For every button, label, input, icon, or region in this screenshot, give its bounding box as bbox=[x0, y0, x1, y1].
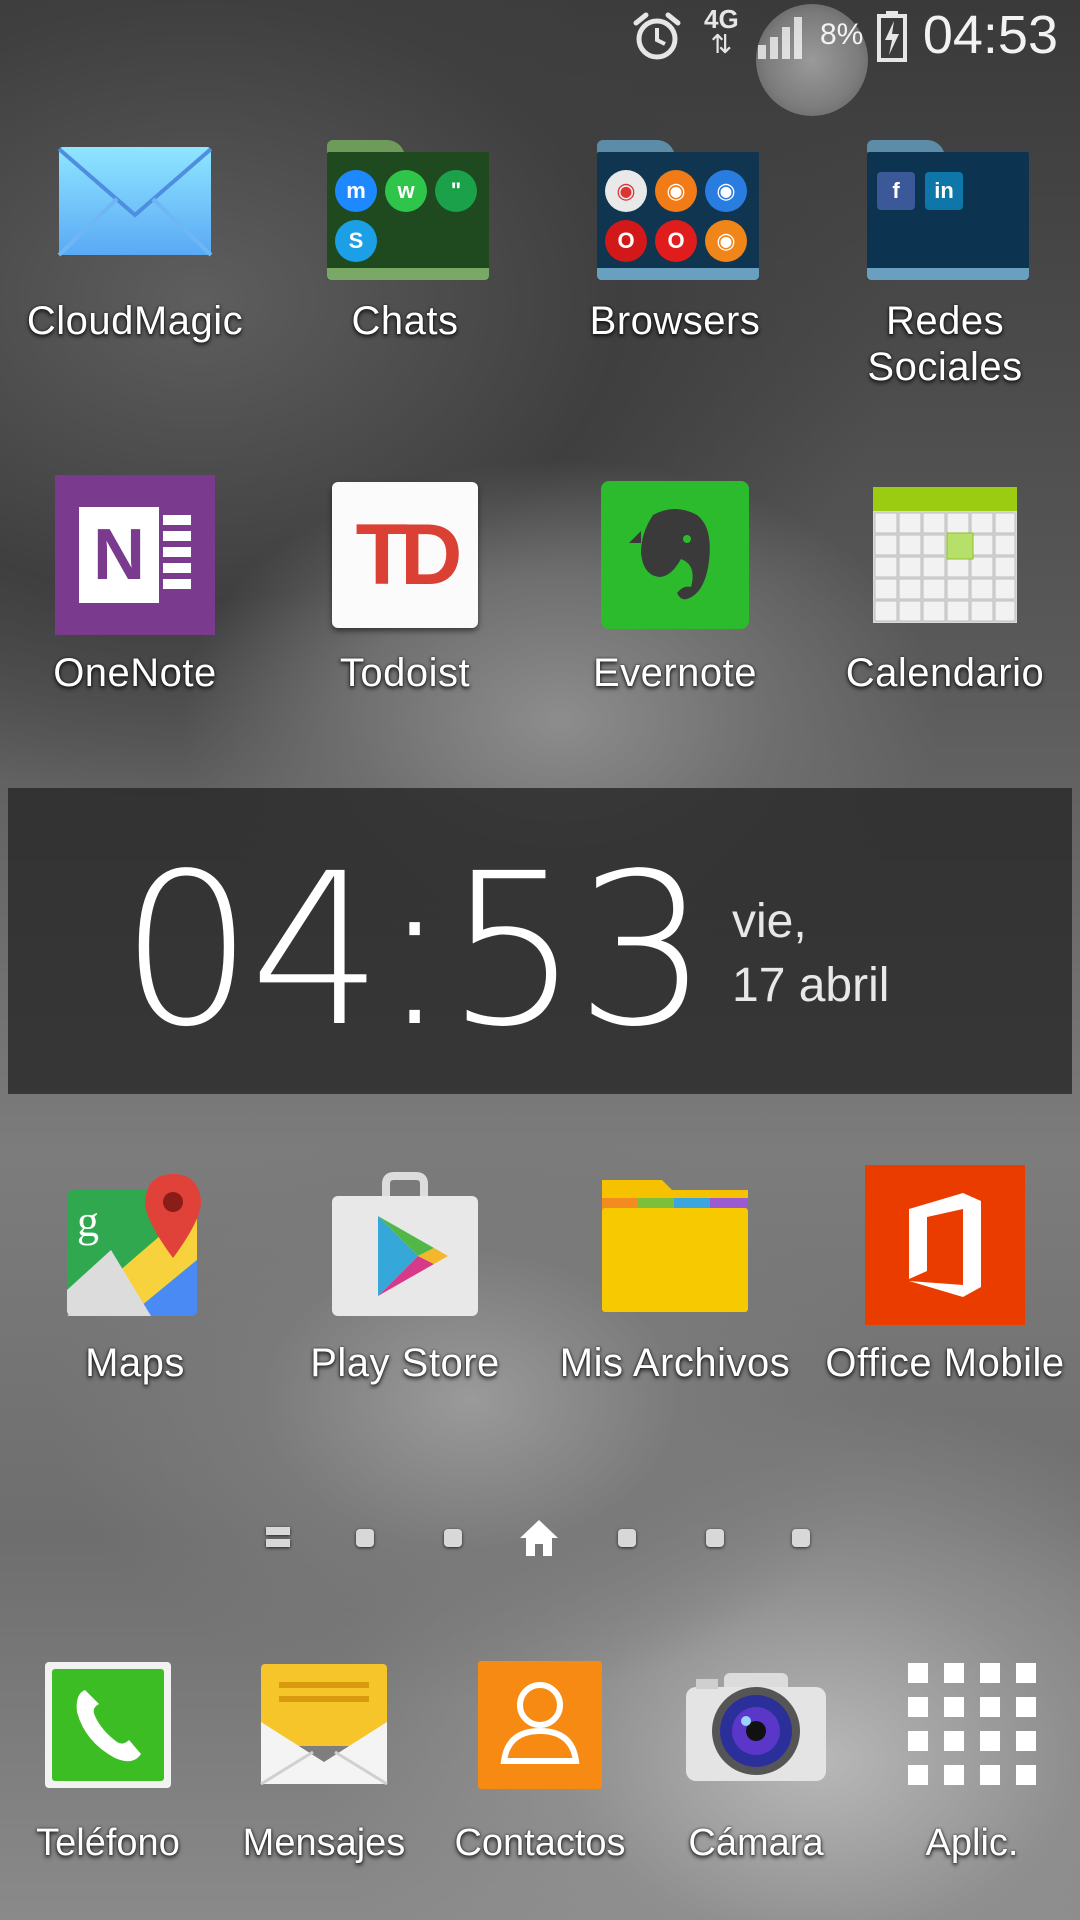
network-indicator: 4G ⇅ bbox=[704, 6, 739, 62]
folder-browsers[interactable]: ◉ ◉ ◉ O O ◉ Browsers bbox=[540, 118, 810, 344]
dock-mensajes[interactable]: Mensajes bbox=[216, 1650, 432, 1865]
page-indicator-widgets[interactable] bbox=[266, 1527, 290, 1549]
dock-contactos[interactable]: Contactos bbox=[432, 1650, 648, 1865]
app-label: Teléfono bbox=[36, 1822, 180, 1864]
app-mis-archivos[interactable]: Mis Archivos bbox=[540, 1160, 810, 1386]
dock-aplic[interactable]: Aplic. bbox=[864, 1650, 1080, 1865]
data-arrows-icon: ⇅ bbox=[710, 29, 733, 59]
page-dot[interactable] bbox=[618, 1529, 636, 1547]
app-todoist[interactable]: TD Todoist bbox=[270, 470, 540, 696]
folder-chats[interactable]: m w " S Chats bbox=[270, 118, 540, 344]
app-cloudmagic[interactable]: CloudMagic bbox=[0, 118, 270, 344]
app-grid-icon bbox=[897, 1650, 1047, 1800]
play-store-bag-icon bbox=[320, 1160, 490, 1330]
app-label: Aplic. bbox=[925, 1822, 1019, 1864]
clock-time: 04:53 bbox=[120, 828, 709, 1073]
opera-mini-icon: O bbox=[655, 220, 697, 262]
folder-label-line2: Sociales bbox=[867, 345, 1023, 389]
app-label: Play Store bbox=[310, 1341, 500, 1385]
chrome-icon: ◉ bbox=[605, 170, 647, 212]
page-indicator[interactable] bbox=[0, 1518, 1080, 1558]
hangouts-icon: " bbox=[435, 170, 477, 212]
evernote-elephant-icon bbox=[590, 470, 760, 640]
onenote-glyph: N bbox=[79, 507, 159, 603]
firefox-beta-icon: ◉ bbox=[705, 220, 747, 262]
folder-icon: m w " S bbox=[320, 118, 490, 288]
page-dot[interactable] bbox=[706, 1529, 724, 1547]
app-label: Mis Archivos bbox=[559, 1341, 791, 1385]
files-folder-icon bbox=[590, 1160, 760, 1330]
dock-camara[interactable]: Cámara bbox=[648, 1650, 864, 1865]
app-label: Cámara bbox=[688, 1822, 824, 1864]
dock-telefono[interactable]: Teléfono bbox=[0, 1650, 216, 1865]
folder-label: Redes Sociales bbox=[810, 298, 1080, 390]
linkedin-icon: in bbox=[925, 172, 963, 210]
battery-charging-icon bbox=[876, 8, 908, 64]
clock-day: vie, bbox=[732, 895, 807, 948]
folder-redes-sociales[interactable]: f in Redes Sociales bbox=[810, 118, 1080, 390]
app-onenote[interactable]: N OneNote bbox=[0, 470, 270, 696]
clock-widget[interactable]: 04:53 vie, 17 abril bbox=[8, 788, 1072, 1094]
app-calendario[interactable]: Calendario bbox=[810, 470, 1080, 696]
office-logo-icon bbox=[860, 1160, 1030, 1330]
folder-label: Browsers bbox=[589, 299, 761, 343]
app-label: Calendario bbox=[845, 651, 1045, 695]
calendar-grid-icon bbox=[860, 470, 1030, 640]
message-envelope-icon bbox=[249, 1650, 399, 1800]
contact-person-icon bbox=[465, 1650, 615, 1800]
maps-glyph: g bbox=[77, 1197, 99, 1246]
onenote-icon: N bbox=[50, 470, 220, 640]
page-dot[interactable] bbox=[356, 1529, 374, 1547]
app-label: Office Mobile bbox=[825, 1341, 1065, 1385]
folder-icon: f in bbox=[860, 118, 1030, 288]
folder-icon: ◉ ◉ ◉ O O ◉ bbox=[590, 118, 760, 288]
app-play-store[interactable]: Play Store bbox=[270, 1160, 540, 1386]
status-time: 04:53 bbox=[922, 5, 1058, 65]
whatsapp-icon: w bbox=[385, 170, 427, 212]
app-office-mobile[interactable]: Office Mobile bbox=[810, 1160, 1080, 1386]
app-label: Contactos bbox=[454, 1822, 626, 1864]
app-evernote[interactable]: Evernote bbox=[540, 470, 810, 696]
skype-icon: S bbox=[335, 220, 377, 262]
firefox-icon: ◉ bbox=[655, 170, 697, 212]
google-maps-icon: g bbox=[50, 1160, 220, 1330]
app-label: Mensajes bbox=[242, 1822, 406, 1864]
app-maps[interactable]: g Maps bbox=[0, 1160, 270, 1386]
mail-envelope-icon bbox=[50, 118, 220, 288]
app-label: Maps bbox=[85, 1341, 185, 1385]
alarm-clock-icon bbox=[630, 8, 684, 64]
todoist-icon: TD bbox=[320, 470, 490, 640]
folder-label-line1: Redes bbox=[885, 299, 1005, 343]
todoist-glyph: TD bbox=[332, 482, 478, 628]
app-label: CloudMagic bbox=[26, 299, 244, 343]
status-bar: 4G ⇅ 8% 04:53 bbox=[0, 0, 1080, 116]
app-label: Todoist bbox=[339, 651, 471, 695]
clock-date: 17 abril bbox=[732, 959, 890, 1012]
app-label: Evernote bbox=[592, 651, 758, 695]
phone-handset-icon bbox=[33, 1650, 183, 1800]
facebook-icon: f bbox=[877, 172, 915, 210]
page-dot[interactable] bbox=[792, 1529, 810, 1547]
app-label: OneNote bbox=[53, 651, 217, 695]
battery-percent: 8% bbox=[820, 18, 864, 51]
page-dot[interactable] bbox=[444, 1529, 462, 1547]
messenger-icon: m bbox=[335, 170, 377, 212]
home-page-icon[interactable] bbox=[518, 1518, 560, 1558]
folder-label: Chats bbox=[351, 299, 459, 343]
camera-icon bbox=[681, 1650, 831, 1800]
globe-browser-icon: ◉ bbox=[705, 170, 747, 212]
opera-icon: O bbox=[605, 220, 647, 262]
